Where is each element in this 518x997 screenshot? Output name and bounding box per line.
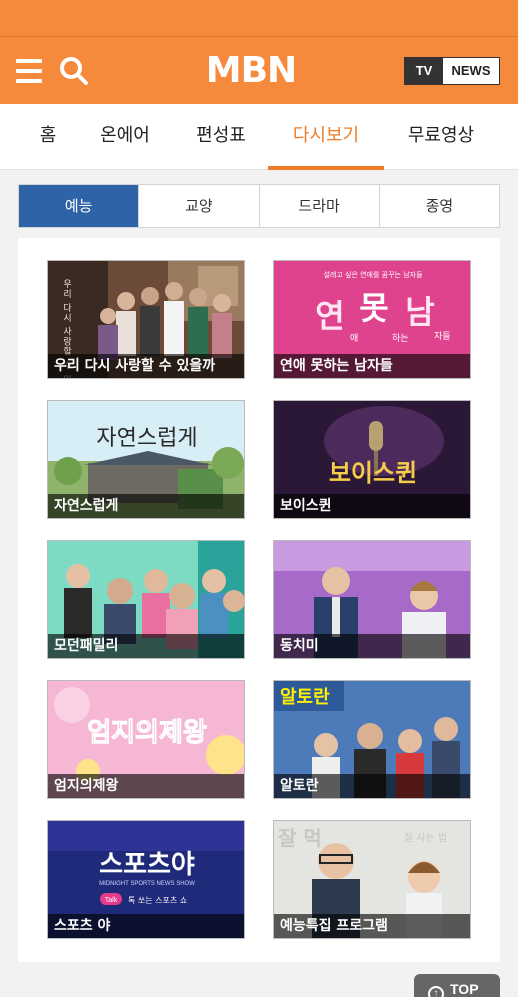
tv-news-switch[interactable]: TV NEWS: [404, 57, 500, 85]
genre-tabs: 예능 교양 드라마 종영: [18, 184, 500, 228]
tab-ended[interactable]: 종영: [378, 185, 499, 227]
program-card[interactable]: 엄지의제왕 엄지의제왕: [47, 680, 245, 799]
svg-text:애: 애: [350, 333, 358, 344]
status-bar: [0, 0, 518, 36]
svg-text:설레고 싶은 연애를 꿈꾸는 남자들: 설레고 싶은 연애를 꿈꾸는 남자들: [323, 270, 423, 279]
program-title: 자연스럽게: [48, 494, 244, 518]
program-title: 우리 다시 사랑할 수 있을까: [48, 354, 244, 378]
program-title: 알토란: [274, 774, 470, 798]
program-card[interactable]: 설레고 싶은 연애를 꿈꾸는 남자들 연 못 남 애 하는 자들 연애 못하는 …: [273, 260, 471, 379]
program-title: 동치미: [274, 634, 470, 658]
svg-text:잘 사는 법: 잘 사는 법: [404, 832, 447, 844]
svg-text:엄지의제왕: 엄지의제왕: [87, 718, 207, 748]
program-card[interactable]: 우리 다시 사랑할 수 있을까 우리 다시 사랑할 수 있을까: [47, 260, 245, 379]
program-card[interactable]: 잘 먹 잘 사는 법 예능특집 프로그램: [273, 820, 471, 939]
svg-text:하는: 하는: [392, 333, 409, 344]
svg-text:알토란: 알토란: [280, 687, 330, 708]
nav-active-indicator: [268, 166, 384, 170]
header: MBN TV NEWS: [0, 36, 518, 104]
nav-replay[interactable]: 다시보기: [280, 104, 372, 170]
program-list: 우리 다시 사랑할 수 있을까 우리 다시 사랑할 수 있을까 설레고 싶은 연…: [18, 238, 500, 962]
menu-icon[interactable]: [16, 59, 42, 83]
tv-link[interactable]: TV: [405, 58, 443, 84]
program-card[interactable]: 스포츠야 MIDNIGHT SPORTS NEWS SHOW Talk 톡 쏘는…: [47, 820, 245, 939]
tab-drama[interactable]: 드라마: [258, 185, 379, 227]
svg-text:연: 연: [315, 297, 344, 335]
news-link[interactable]: NEWS: [443, 58, 499, 84]
svg-text:MIDNIGHT SPORTS NEWS SHOW: MIDNIGHT SPORTS NEWS SHOW: [99, 881, 195, 887]
main-nav: 홈 온에어 편성표 다시보기 무료영상: [0, 104, 518, 170]
nav-free-video[interactable]: 무료영상: [398, 104, 484, 170]
svg-text:못: 못: [359, 289, 388, 327]
nav-home[interactable]: 홈: [26, 104, 70, 170]
program-title: 스포츠 야: [48, 914, 244, 938]
program-card[interactable]: 알토란 알토란: [273, 680, 471, 799]
svg-text:보이스퀸: 보이스퀸: [329, 459, 417, 487]
program-title: 모던패밀리: [48, 634, 244, 658]
program-card[interactable]: 동치미: [273, 540, 471, 659]
tab-variety[interactable]: 예능: [19, 185, 139, 227]
program-card[interactable]: 자연스럽게 자연스럽게: [47, 400, 245, 519]
nav-onair[interactable]: 온에어: [92, 104, 158, 170]
program-title: 예능특집 프로그램: [274, 914, 470, 938]
scroll-top-button[interactable]: ↑ TOP: [414, 974, 500, 997]
svg-text:자들: 자들: [434, 331, 451, 342]
search-icon[interactable]: [58, 55, 90, 87]
svg-text:톡 쏘는 스포츠 쇼: 톡 쏘는 스포츠 쇼: [128, 896, 187, 905]
svg-text:스포츠야: 스포츠야: [99, 850, 195, 880]
svg-text:자연스럽게: 자연스럽게: [96, 426, 197, 451]
mbn-logo[interactable]: MBN: [196, 51, 306, 91]
arrow-up-icon: ↑: [428, 986, 444, 997]
program-card[interactable]: 보이스퀸 보이스퀸: [273, 400, 471, 519]
program-title: 보이스퀸: [274, 494, 470, 518]
svg-text:남: 남: [405, 293, 434, 331]
program-card[interactable]: 모던패밀리: [47, 540, 245, 659]
scroll-top-label: TOP: [450, 981, 479, 997]
tab-culture[interactable]: 교양: [138, 185, 258, 227]
svg-text:잘 먹: 잘 먹: [278, 826, 322, 850]
nav-schedule[interactable]: 편성표: [184, 104, 258, 170]
svg-text:Talk: Talk: [105, 897, 118, 904]
program-title: 엄지의제왕: [48, 774, 244, 798]
program-title: 연애 못하는 남자들: [274, 354, 470, 378]
